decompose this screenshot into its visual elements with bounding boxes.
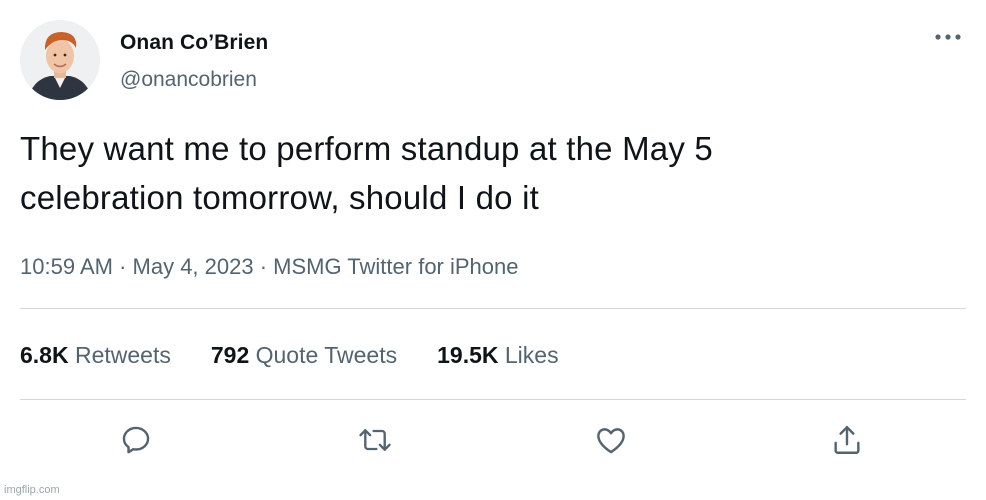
divider	[20, 399, 966, 400]
avatar[interactable]	[20, 20, 100, 100]
display-name[interactable]: Onan Co’Brien	[120, 31, 268, 55]
user-handle[interactable]: @onancobrien	[120, 68, 257, 92]
more-horizontal-icon	[935, 34, 961, 40]
retweets-label: Retweets	[74, 342, 171, 368]
share-icon	[834, 426, 860, 454]
tweet-text-line: celebration tomorrow, should I do it	[20, 179, 539, 216]
reply-icon	[122, 426, 150, 454]
meta-separator: ·	[112, 254, 133, 279]
watermark: imgflip.com	[4, 484, 60, 496]
retweets-count: 6.8K	[20, 342, 69, 368]
tweet-text: They want me to perform standup at the M…	[20, 124, 920, 222]
tweet-text-line: They want me to perform standup at the M…	[20, 130, 713, 167]
engagement-stats: 6.8K Retweets 792 Quote Tweets 19.5K Lik…	[20, 342, 559, 369]
quote-tweets-stat[interactable]: 792 Quote Tweets	[211, 342, 397, 369]
likes-label: Likes	[504, 342, 559, 368]
heart-icon	[597, 428, 625, 454]
meta-separator: ·	[253, 254, 274, 279]
quote-tweets-label: Quote Tweets	[255, 342, 398, 368]
tweet-time[interactable]: 10:59 AM	[20, 254, 113, 279]
more-options-button[interactable]	[928, 22, 968, 52]
retweets-stat[interactable]: 6.8K Retweets	[20, 342, 171, 369]
reply-button[interactable]	[116, 420, 156, 460]
likes-stat[interactable]: 19.5K Likes	[437, 342, 558, 369]
quote-tweets-count: 792	[210, 342, 250, 368]
tweet-source: MSMG Twitter for iPhone	[273, 254, 519, 279]
likes-count: 19.5K	[437, 342, 499, 368]
avatar-image	[20, 20, 100, 100]
share-button[interactable]	[827, 420, 867, 460]
retweet-button[interactable]	[355, 420, 395, 460]
like-button[interactable]	[591, 420, 631, 460]
divider	[20, 308, 966, 309]
retweet-icon	[359, 429, 391, 451]
tweet-metadata: 10:59 AM · May 4, 2023 · MSMG Twitter fo…	[20, 254, 519, 280]
tweet-date[interactable]: May 4, 2023	[133, 254, 254, 279]
